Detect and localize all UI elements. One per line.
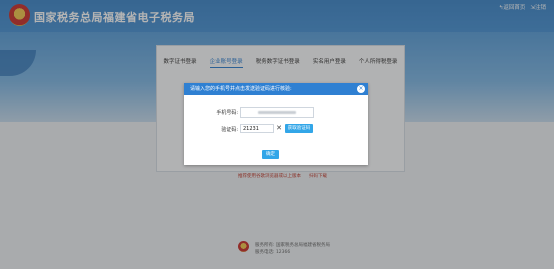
dialog-title: 请输入您的手机号并点击发送验证码进行核验: bbox=[190, 86, 292, 92]
code-input[interactable]: 21231 bbox=[240, 124, 274, 133]
verification-dialog: 请输入您的手机号并点击发送验证码进行核验: × 手机号码: 验证码: 21231… bbox=[184, 83, 368, 165]
phone-row: 手机号码: bbox=[184, 107, 368, 118]
phone-field[interactable] bbox=[240, 107, 314, 118]
get-code-button[interactable]: 获取验证码 bbox=[285, 124, 313, 133]
code-row: 验证码: 21231 ✕ 获取验证码 bbox=[184, 124, 368, 134]
clear-icon[interactable]: ✕ bbox=[275, 124, 283, 133]
code-label: 验证码: bbox=[221, 127, 238, 133]
masked-phone-number bbox=[258, 111, 296, 114]
confirm-button[interactable]: 确定 bbox=[262, 150, 279, 159]
close-icon[interactable]: × bbox=[357, 85, 365, 93]
phone-label: 手机号码: bbox=[216, 110, 238, 116]
dialog-header: 请输入您的手机号并点击发送验证码进行核验: × bbox=[184, 83, 368, 95]
